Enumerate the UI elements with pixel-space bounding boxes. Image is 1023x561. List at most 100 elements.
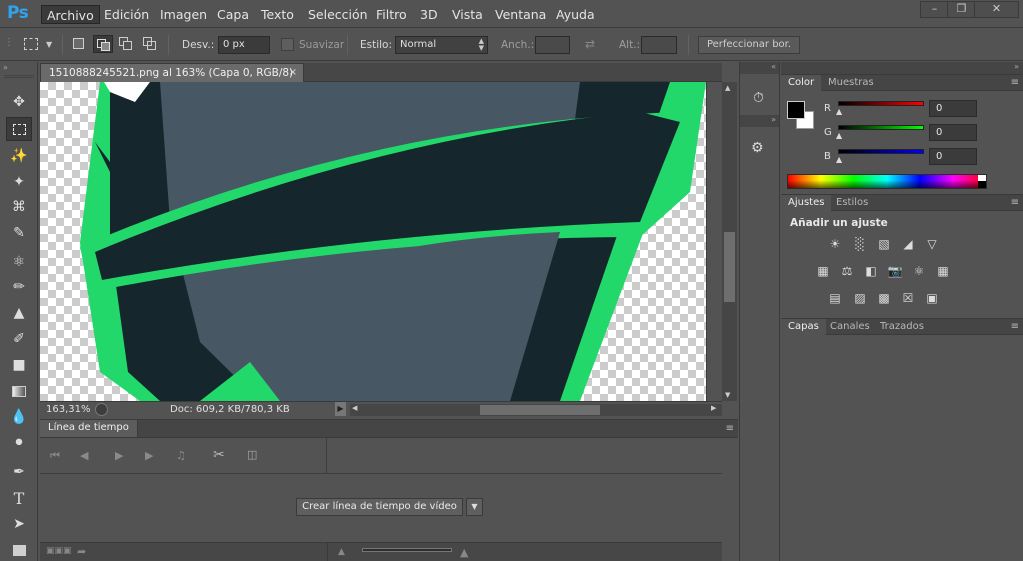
close-tab-icon[interactable]: × (289, 67, 297, 78)
document-canvas[interactable] (40, 82, 706, 401)
scroll-up-icon[interactable]: ▲ (725, 84, 730, 92)
r-slider[interactable] (838, 101, 924, 106)
clone-stamp-tool-icon[interactable]: ▲ (6, 301, 32, 325)
tab-channels[interactable]: Canales (823, 319, 877, 336)
b-value-input[interactable]: 0 (929, 148, 977, 165)
color-spectrum-bar[interactable] (787, 174, 987, 189)
dodge-tool-icon[interactable]: ⚫ (6, 431, 32, 455)
foreground-color-swatch[interactable] (787, 101, 805, 119)
b-slider-handle-icon[interactable]: ▲ (836, 155, 842, 164)
menu-imagen[interactable]: Imagen (155, 5, 212, 24)
chevron-down-icon[interactable]: ▼ (46, 40, 52, 49)
hue-saturation-icon[interactable]: ⚖ (838, 263, 856, 279)
type-tool-icon[interactable]: T (6, 486, 32, 510)
next-frame-icon[interactable]: ▶ (145, 449, 153, 462)
restore-icon[interactable]: ❐ (947, 1, 976, 18)
curves-icon[interactable]: ▧ (875, 236, 893, 252)
tab-styles[interactable]: Estilos (829, 195, 875, 212)
g-value-input[interactable]: 0 (929, 124, 977, 141)
tab-layers[interactable]: Capas (781, 319, 826, 336)
lasso-tool-icon[interactable]: ✨ (6, 144, 32, 168)
gradient-tool-icon[interactable] (6, 379, 32, 403)
blur-tool-icon[interactable]: 💧 (6, 405, 32, 429)
timeline-frames-icon[interactable]: ▣▣▣ (46, 546, 72, 556)
feather-input[interactable]: 0 px (218, 36, 270, 54)
menu-ventana[interactable]: Ventana (490, 5, 551, 24)
tab-adjustments[interactable]: Ajustes (781, 195, 832, 212)
crop-tool-icon[interactable]: ⌘ (6, 195, 32, 219)
tab-color[interactable]: Color (781, 75, 822, 92)
smooth-checkbox[interactable] (281, 38, 294, 51)
zoom-level[interactable]: 163,31% (46, 404, 91, 415)
brush-tool-icon[interactable]: ✏ (6, 275, 32, 299)
create-timeline-dropdown-icon[interactable]: ▼ (466, 498, 483, 516)
gradient-fill-icon[interactable]: ▣ (923, 290, 941, 306)
transition-icon[interactable]: ◫ (247, 448, 257, 461)
swap-icon[interactable]: ⇄ (585, 37, 595, 51)
first-frame-icon[interactable]: ⏮ (50, 449, 60, 463)
previous-frame-icon[interactable]: ◀ (80, 449, 88, 462)
panel-menu-icon[interactable]: ≡ (1011, 321, 1019, 332)
move-tool-icon[interactable]: ✥ (6, 90, 32, 114)
menu-edicion[interactable]: Edición (99, 5, 154, 24)
gradient-map-icon[interactable]: ▽ (923, 236, 941, 252)
menu-archivo[interactable]: Archivo (41, 5, 100, 24)
tab-swatches[interactable]: Muestras (821, 75, 881, 92)
vibrance-icon[interactable]: ▦ (814, 263, 832, 279)
invert-icon[interactable]: ▤ (826, 290, 844, 306)
audio-icon[interactable]: ♫ (176, 449, 186, 462)
document-tab[interactable]: 1510888245521.png al 163% (Capa 0, RGB/8… (40, 63, 304, 82)
expand-icon[interactable]: « (740, 62, 779, 74)
scroll-left-icon[interactable]: ◀ (352, 404, 357, 412)
panel-menu-icon[interactable]: ≡ (726, 423, 734, 434)
levels-icon[interactable]: ░ (851, 236, 869, 252)
tab-timeline[interactable]: Línea de tiempo (40, 420, 138, 437)
new-selection-icon[interactable] (73, 38, 84, 49)
history-brush-tool-icon[interactable]: ✐ (6, 327, 32, 351)
create-timeline-button[interactable]: Crear línea de tiempo de vídeo (296, 498, 463, 516)
threshold-icon[interactable]: ▩ (875, 290, 893, 306)
menu-ayuda[interactable]: Ayuda (551, 5, 600, 24)
add-selection-icon[interactable] (93, 35, 113, 53)
eraser-tool-icon[interactable]: ■ (6, 353, 32, 377)
style-select[interactable]: Normal ▲ ▼ (395, 36, 488, 54)
menu-capa[interactable]: Capa (212, 5, 254, 24)
selective-color-icon[interactable]: ☒ (899, 290, 917, 306)
panel-menu-icon[interactable]: ≡ (1011, 77, 1019, 88)
b-slider[interactable] (838, 149, 924, 154)
brightness-contrast-icon[interactable]: ☀ (826, 236, 844, 252)
photo-filter-icon[interactable]: 📷 (886, 263, 904, 279)
menu-filtro[interactable]: Filtro (371, 5, 412, 24)
panel-menu-icon[interactable]: ≡ (1011, 197, 1019, 208)
vertical-scrollbar[interactable]: ▲ ▼ (722, 82, 737, 401)
menu-seleccion[interactable]: Selección (303, 5, 373, 24)
channel-mixer-icon[interactable]: ⚛ (910, 263, 928, 279)
scroll-down-icon[interactable]: ▼ (725, 391, 730, 399)
marquee-tool-icon[interactable] (6, 117, 32, 141)
collapse-icon[interactable]: » (781, 62, 1023, 74)
posterize-icon[interactable]: ▨ (851, 290, 869, 306)
vertical-scroll-thumb[interactable] (724, 232, 735, 302)
doc-info-icon[interactable] (95, 403, 108, 416)
marquee-tool-preset-icon[interactable] (24, 38, 38, 50)
r-slider-handle-icon[interactable]: ▲ (836, 107, 842, 116)
path-selection-tool-icon[interactable]: ➤ (6, 512, 32, 536)
play-icon[interactable]: ▶ (115, 449, 123, 462)
zoom-in-icon[interactable]: ▲ (460, 546, 468, 559)
g-slider[interactable] (838, 125, 924, 130)
properties-panel-icon[interactable]: ⚙ (751, 140, 764, 156)
history-panel-icon[interactable]: ⏱ (753, 90, 764, 106)
tab-paths[interactable]: Trazados (873, 319, 931, 336)
eyedropper-tool-icon[interactable]: ✎ (6, 221, 32, 245)
zoom-out-icon[interactable]: ▲ (338, 547, 345, 557)
intersect-selection-icon[interactable] (143, 37, 157, 50)
menu-texto[interactable]: Texto (256, 5, 299, 24)
color-lookup-icon[interactable]: ▦ (934, 263, 952, 279)
status-menu-icon[interactable]: ▶ (335, 402, 346, 416)
menu-3d[interactable]: 3D (415, 5, 443, 24)
minimize-icon[interactable]: – (920, 1, 949, 18)
height-input[interactable] (641, 36, 677, 54)
horizontal-scroll-thumb[interactable] (480, 405, 600, 415)
healing-brush-tool-icon[interactable]: ⚛ (6, 250, 32, 274)
menu-vista[interactable]: Vista (447, 5, 488, 24)
